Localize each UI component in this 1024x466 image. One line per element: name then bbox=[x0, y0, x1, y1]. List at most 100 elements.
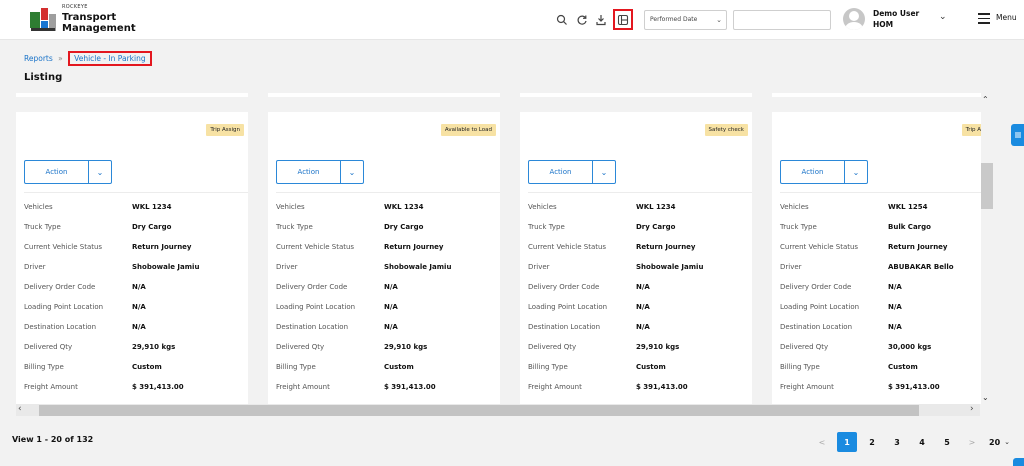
scroll-up-icon[interactable]: ⌃ bbox=[982, 95, 989, 104]
hamburger-icon[interactable] bbox=[978, 13, 990, 24]
action-dropdown[interactable]: Action ⌄ bbox=[780, 160, 868, 184]
vertical-scrollbar[interactable] bbox=[981, 97, 993, 404]
field-value: Dry Cargo bbox=[132, 223, 172, 231]
field-value: WKL 1234 bbox=[384, 203, 424, 211]
action-dropdown[interactable]: Action ⌄ bbox=[24, 160, 112, 184]
field-label: Destination Location bbox=[528, 323, 600, 331]
pagination: < 12345 > 20 ⌄ bbox=[812, 432, 1010, 452]
field-row: Driver ABUBAKAR Bello bbox=[780, 263, 981, 283]
chevron-down-icon[interactable]: ⌄ bbox=[1004, 438, 1010, 446]
field-row: Vehicles WKL 1234 bbox=[276, 203, 500, 223]
page-button[interactable]: 4 bbox=[912, 432, 932, 452]
field-row: Truck Type Dry Cargo bbox=[276, 223, 500, 243]
page-title: Listing bbox=[24, 72, 63, 83]
user-info[interactable]: Demo User HOM bbox=[873, 8, 919, 30]
layout-icon[interactable] bbox=[613, 9, 633, 30]
field-value: N/A bbox=[384, 323, 398, 331]
logo-icon bbox=[30, 8, 56, 31]
field-row: Loading Point Location N/A bbox=[24, 303, 248, 323]
field-label: Driver bbox=[780, 263, 802, 271]
card-strip bbox=[16, 93, 248, 97]
action-dropdown[interactable]: Action ⌄ bbox=[276, 160, 364, 184]
field-row: Billing Type Custom bbox=[528, 363, 752, 383]
field-label: Billing Type bbox=[528, 363, 568, 371]
field-label: Billing Type bbox=[24, 363, 64, 371]
prev-page-button[interactable]: < bbox=[812, 432, 832, 452]
search-icon[interactable] bbox=[553, 11, 571, 29]
action-button[interactable]: Action bbox=[277, 161, 341, 183]
horizontal-scroll-thumb[interactable] bbox=[39, 405, 919, 416]
field-row: Driver Shobowale Jamiu bbox=[24, 263, 248, 283]
filter-panel-toggle[interactable] bbox=[1011, 124, 1024, 146]
action-dropdown[interactable]: Action ⌄ bbox=[528, 160, 616, 184]
download-icon[interactable] bbox=[592, 11, 610, 29]
card-strip bbox=[772, 93, 981, 97]
side-action-tab[interactable] bbox=[1013, 458, 1024, 466]
vertical-scroll-thumb[interactable] bbox=[981, 163, 993, 209]
field-label: Delivered Qty bbox=[528, 343, 577, 351]
breadcrumb-separator: » bbox=[58, 54, 63, 63]
chevron-down-icon[interactable]: ⌄ bbox=[593, 161, 615, 183]
brand-product-line2: Management bbox=[62, 23, 136, 34]
field-label: Delivered Qty bbox=[780, 343, 829, 351]
scroll-right-icon[interactable]: › bbox=[970, 404, 974, 414]
page-button[interactable]: 5 bbox=[937, 432, 957, 452]
brand-name: ROCKEYE Transport Management bbox=[62, 5, 136, 35]
field-label: Truck Type bbox=[528, 223, 565, 231]
field-value: Return Journey bbox=[132, 243, 192, 251]
field-row: Billing Type Custom bbox=[24, 363, 248, 383]
action-button[interactable]: Action bbox=[25, 161, 89, 183]
field-value: Return Journey bbox=[384, 243, 444, 251]
breadcrumb-current[interactable]: Vehicle - In Parking bbox=[68, 51, 152, 66]
field-row: Destination Location N/A bbox=[780, 323, 981, 343]
scroll-left-icon[interactable]: ‹ bbox=[18, 404, 22, 414]
field-value: N/A bbox=[888, 283, 902, 291]
per-page-select[interactable]: 20 bbox=[989, 438, 1000, 447]
page-button[interactable]: 1 bbox=[837, 432, 857, 452]
menu-label[interactable]: Menu bbox=[996, 13, 1017, 22]
field-row: Truck Type Dry Cargo bbox=[24, 223, 248, 243]
field-label: Delivery Order Code bbox=[276, 283, 348, 291]
field-row: Delivered Qty 29,910 kgs bbox=[24, 343, 248, 363]
field-value: WKL 1234 bbox=[132, 203, 172, 211]
user-name: Demo User bbox=[873, 9, 920, 18]
status-badge: Trip Assign bbox=[206, 124, 244, 136]
field-label: Delivery Order Code bbox=[528, 283, 600, 291]
breadcrumb-reports-link[interactable]: Reports bbox=[24, 54, 53, 63]
field-label: Delivered Qty bbox=[24, 343, 73, 351]
scroll-down-icon[interactable]: ⌄ bbox=[982, 393, 989, 402]
breadcrumb: Reports » Vehicle - In Parking bbox=[24, 51, 152, 66]
field-row: Loading Point Location N/A bbox=[780, 303, 981, 323]
chevron-down-icon[interactable]: ⌄ bbox=[341, 161, 363, 183]
field-row: Destination Location N/A bbox=[528, 323, 752, 343]
date-input[interactable] bbox=[733, 10, 831, 30]
field-label: Vehicles bbox=[780, 203, 809, 211]
chevron-down-icon[interactable]: ⌄ bbox=[89, 161, 111, 183]
refresh-icon[interactable] bbox=[573, 11, 591, 29]
field-label: Delivered Qty bbox=[276, 343, 325, 351]
field-row: Driver Shobowale Jamiu bbox=[528, 263, 752, 283]
action-button[interactable]: Action bbox=[529, 161, 593, 183]
next-page-button[interactable]: > bbox=[962, 432, 982, 452]
card-fields: Vehicles WKL 1234 Truck Type Dry Cargo Curre… bbox=[24, 203, 248, 403]
action-button[interactable]: Action bbox=[781, 161, 845, 183]
field-value: 29,910 kgs bbox=[384, 343, 428, 351]
field-value: Custom bbox=[132, 363, 162, 371]
chevron-down-icon[interactable]: ⌄ bbox=[939, 12, 947, 22]
field-value: $ 391,413.00 bbox=[132, 383, 184, 391]
field-value: N/A bbox=[888, 323, 902, 331]
field-label: Destination Location bbox=[24, 323, 96, 331]
avatar[interactable] bbox=[843, 8, 865, 30]
field-label: Loading Point Location bbox=[528, 303, 608, 311]
chevron-down-icon[interactable]: ⌄ bbox=[845, 161, 867, 183]
field-row: Freight Amount $ 391,413.00 bbox=[276, 383, 500, 403]
page-button[interactable]: 3 bbox=[887, 432, 907, 452]
card-strip bbox=[268, 93, 500, 97]
field-row: Delivery Order Code N/A bbox=[24, 283, 248, 303]
chevron-down-icon: ⌄ bbox=[716, 16, 722, 24]
field-label: Truck Type bbox=[24, 223, 61, 231]
page-button[interactable]: 2 bbox=[862, 432, 882, 452]
date-filter-select[interactable]: Performed Date ⌄ bbox=[644, 10, 727, 30]
field-row: Vehicles WKL 1254 bbox=[780, 203, 981, 223]
field-label: Billing Type bbox=[780, 363, 820, 371]
